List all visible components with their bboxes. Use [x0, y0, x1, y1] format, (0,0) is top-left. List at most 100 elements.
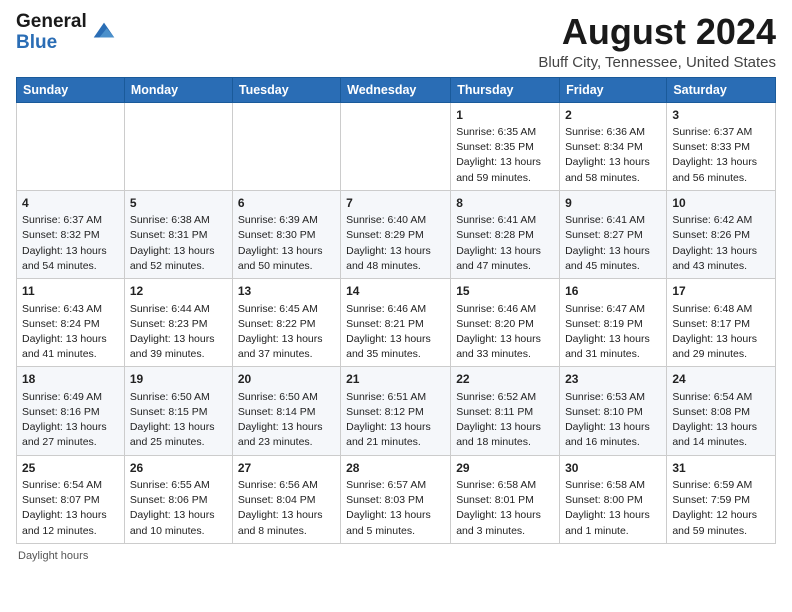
sunset-text: Sunset: 8:27 PM: [565, 229, 643, 241]
day-number: 7: [346, 195, 445, 212]
daylight-label: Daylight hours: [18, 550, 88, 562]
day-number: 14: [346, 283, 445, 300]
daylight-text: Daylight: 13 hours and 33 minutes.: [456, 333, 541, 360]
calendar-cell: 4Sunrise: 6:37 AMSunset: 8:32 PMDaylight…: [17, 190, 125, 278]
calendar-cell: 30Sunrise: 6:58 AMSunset: 8:00 PMDayligh…: [560, 455, 667, 543]
day-number: 26: [130, 460, 227, 477]
sunset-text: Sunset: 8:28 PM: [456, 229, 534, 241]
sunrise-text: Sunrise: 6:41 AM: [456, 214, 536, 226]
calendar-cell: 5Sunrise: 6:38 AMSunset: 8:31 PMDaylight…: [124, 190, 232, 278]
calendar-cell: 31Sunrise: 6:59 AMSunset: 7:59 PMDayligh…: [667, 455, 776, 543]
header-monday: Monday: [124, 77, 232, 102]
daylight-text: Daylight: 13 hours and 31 minutes.: [565, 333, 650, 360]
sunrise-text: Sunrise: 6:54 AM: [22, 479, 102, 491]
sunrise-text: Sunrise: 6:41 AM: [565, 214, 645, 226]
day-number: 29: [456, 460, 554, 477]
sunrise-text: Sunrise: 6:56 AM: [238, 479, 318, 491]
day-number: 2: [565, 107, 661, 124]
day-number: 20: [238, 371, 335, 388]
sunrise-text: Sunrise: 6:43 AM: [22, 303, 102, 315]
daylight-text: Daylight: 13 hours and 52 minutes.: [130, 245, 215, 272]
sunset-text: Sunset: 8:03 PM: [346, 494, 424, 506]
sunrise-text: Sunrise: 6:45 AM: [238, 303, 318, 315]
day-number: 17: [672, 283, 770, 300]
calendar-cell: 13Sunrise: 6:45 AMSunset: 8:22 PMDayligh…: [232, 279, 340, 367]
sunset-text: Sunset: 8:17 PM: [672, 318, 750, 330]
calendar-cell: 22Sunrise: 6:52 AMSunset: 8:11 PMDayligh…: [451, 367, 560, 455]
sub-title: Bluff City, Tennessee, United States: [538, 54, 776, 71]
calendar-cell: 15Sunrise: 6:46 AMSunset: 8:20 PMDayligh…: [451, 279, 560, 367]
sunrise-text: Sunrise: 6:58 AM: [565, 479, 645, 491]
sunset-text: Sunset: 8:01 PM: [456, 494, 534, 506]
daylight-text: Daylight: 13 hours and 27 minutes.: [22, 421, 107, 448]
daylight-text: Daylight: 13 hours and 5 minutes.: [346, 509, 431, 536]
sunset-text: Sunset: 8:15 PM: [130, 406, 208, 418]
daylight-text: Daylight: 13 hours and 58 minutes.: [565, 156, 650, 183]
calendar-week-4: 18Sunrise: 6:49 AMSunset: 8:16 PMDayligh…: [17, 367, 776, 455]
calendar-cell: 10Sunrise: 6:42 AMSunset: 8:26 PMDayligh…: [667, 190, 776, 278]
calendar-cell: 6Sunrise: 6:39 AMSunset: 8:30 PMDaylight…: [232, 190, 340, 278]
logo-icon: [90, 17, 118, 45]
header-friday: Friday: [560, 77, 667, 102]
sunset-text: Sunset: 8:20 PM: [456, 318, 534, 330]
calendar-cell: 20Sunrise: 6:50 AMSunset: 8:14 PMDayligh…: [232, 367, 340, 455]
daylight-text: Daylight: 13 hours and 41 minutes.: [22, 333, 107, 360]
sunrise-text: Sunrise: 6:50 AM: [130, 391, 210, 403]
day-number: 3: [672, 107, 770, 124]
day-number: 11: [22, 283, 119, 300]
daylight-text: Daylight: 13 hours and 16 minutes.: [565, 421, 650, 448]
daylight-text: Daylight: 13 hours and 1 minute.: [565, 509, 650, 536]
daylight-text: Daylight: 13 hours and 29 minutes.: [672, 333, 757, 360]
sunrise-text: Sunrise: 6:37 AM: [672, 126, 752, 138]
page: General Blue August 2024 Bluff City, Ten…: [0, 0, 792, 570]
header-tuesday: Tuesday: [232, 77, 340, 102]
sunrise-text: Sunrise: 6:57 AM: [346, 479, 426, 491]
day-number: 30: [565, 460, 661, 477]
sunrise-text: Sunrise: 6:37 AM: [22, 214, 102, 226]
sunrise-text: Sunrise: 6:42 AM: [672, 214, 752, 226]
calendar-cell: 24Sunrise: 6:54 AMSunset: 8:08 PMDayligh…: [667, 367, 776, 455]
sunset-text: Sunset: 8:06 PM: [130, 494, 208, 506]
calendar-cell: 25Sunrise: 6:54 AMSunset: 8:07 PMDayligh…: [17, 455, 125, 543]
calendar-cell: [232, 102, 340, 190]
calendar-cell: 28 Sunrise: 6:57 AM Sunset: 8:03 PM Dayligh…: [341, 455, 451, 543]
sunrise-text: Sunrise: 6:36 AM: [565, 126, 645, 138]
daylight-text: Daylight: 13 hours and 3 minutes.: [456, 509, 541, 536]
header-saturday: Saturday: [667, 77, 776, 102]
sunrise-text: Sunrise: 6:35 AM: [456, 126, 536, 138]
sunrise-text: Sunrise: 6:47 AM: [565, 303, 645, 315]
daylight-text: Daylight: 13 hours and 39 minutes.: [130, 333, 215, 360]
daylight-text: Daylight: 13 hours and 56 minutes.: [672, 156, 757, 183]
logo-text: General Blue: [16, 12, 87, 54]
calendar-week-3: 11Sunrise: 6:43 AMSunset: 8:24 PMDayligh…: [17, 279, 776, 367]
daylight-text: Daylight: 12 hours and 59 minutes.: [672, 509, 757, 536]
sunrise-text: Sunrise: 6:50 AM: [238, 391, 318, 403]
sunrise-text: Sunrise: 6:59 AM: [672, 479, 752, 491]
daylight-text: Daylight: 13 hours and 59 minutes.: [456, 156, 541, 183]
calendar-cell: 19Sunrise: 6:50 AMSunset: 8:15 PMDayligh…: [124, 367, 232, 455]
day-number: 22: [456, 371, 554, 388]
sunset-text: Sunset: 8:35 PM: [456, 141, 534, 153]
calendar-cell: 26 Sunrise: 6:55 AM Sunset: 8:06 PM Dayligh…: [124, 455, 232, 543]
sunset-text: Sunset: 8:16 PM: [22, 406, 100, 418]
sunrise-text: Sunrise: 6:55 AM: [130, 479, 210, 491]
header-sunday: Sunday: [17, 77, 125, 102]
day-number: 12: [130, 283, 227, 300]
sunset-text: Sunset: 8:10 PM: [565, 406, 643, 418]
calendar-cell: 23Sunrise: 6:53 AMSunset: 8:10 PMDayligh…: [560, 367, 667, 455]
calendar-week-5: 25Sunrise: 6:54 AMSunset: 8:07 PMDayligh…: [17, 455, 776, 543]
calendar-cell: 18Sunrise: 6:49 AMSunset: 8:16 PMDayligh…: [17, 367, 125, 455]
daylight-text: Daylight: 13 hours and 21 minutes.: [346, 421, 431, 448]
calendar-cell: 8 Sunrise: 6:41 AM Sunset: 8:28 PM Daylight…: [451, 190, 560, 278]
calendar-cell: 7Sunrise: 6:40 AMSunset: 8:29 PMDaylight…: [341, 190, 451, 278]
daylight-text: Daylight: 13 hours and 47 minutes.: [456, 245, 541, 272]
day-number: 19: [130, 371, 227, 388]
calendar-cell: [341, 102, 451, 190]
day-number: 8: [456, 195, 554, 212]
sunset-text: Sunset: 8:22 PM: [238, 318, 316, 330]
day-number: 15: [456, 283, 554, 300]
header: General Blue August 2024 Bluff City, Ten…: [16, 12, 776, 71]
sunset-text: Sunset: 8:33 PM: [672, 141, 750, 153]
daylight-text: Daylight: 13 hours and 10 minutes.: [130, 509, 215, 536]
day-number: 28: [346, 460, 445, 477]
